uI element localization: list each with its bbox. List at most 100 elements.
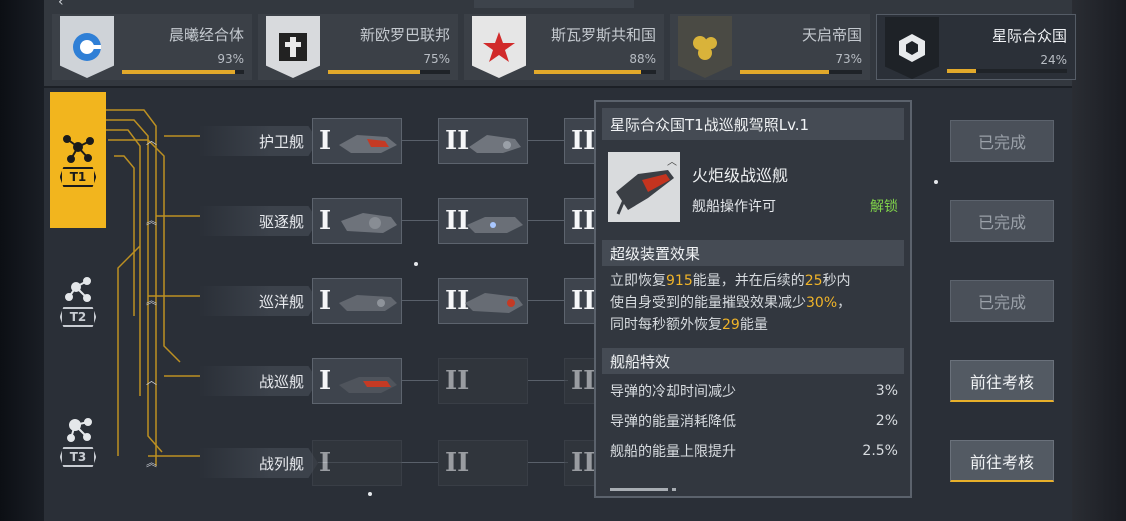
circle-emblem-icon	[60, 16, 114, 78]
go-assessment-button[interactable]: 前往考核	[950, 360, 1054, 402]
super-device-section-header: 超级装置效果	[602, 240, 904, 266]
ship-icon	[469, 135, 521, 153]
tier-tab-t3[interactable]: T3	[50, 372, 106, 508]
faction-percent: 75%	[423, 52, 450, 66]
license-slot-2[interactable]: II	[438, 198, 528, 244]
license-slot-1[interactable]: I	[312, 198, 402, 244]
popup-scrollbar[interactable]	[610, 488, 668, 491]
decor-dot	[414, 262, 418, 266]
desc-value: 25	[804, 273, 823, 289]
tier-label: T1	[59, 167, 97, 187]
rank-chevron-icon: ︿	[667, 157, 677, 168]
faction-percent: 24%	[1040, 53, 1067, 67]
back-arrow-icon[interactable]: ‹	[58, 0, 64, 10]
effect-value: 2%	[875, 413, 898, 429]
orb-emblem-icon	[678, 16, 732, 78]
faction-name: 星际合众国	[991, 27, 1067, 45]
tier-tab-t2[interactable]: T2	[50, 232, 106, 368]
faction-tab-dawn[interactable]: 晨曦经合体 93%	[52, 14, 252, 80]
effect-name: 舰船的能量上限提升	[610, 444, 736, 460]
license-slot-1[interactable]: I	[312, 118, 402, 164]
decor-dot	[368, 492, 372, 496]
rank-chevron-icon: ︽	[146, 456, 157, 469]
completed-button[interactable]: 已完成	[950, 280, 1054, 322]
license-slot-1[interactable]: I	[312, 278, 402, 324]
right-edge	[1072, 0, 1126, 521]
desc-text: 立即恢复	[610, 273, 666, 289]
slot-numeral: I	[319, 448, 332, 478]
faction-progress-bar	[740, 70, 862, 74]
faction-name: 晨曦经合体	[168, 26, 244, 44]
faction-percent: 73%	[835, 52, 862, 66]
desc-value: 915	[666, 273, 693, 289]
desc-text: ，	[837, 295, 852, 311]
faction-bar: ‹ 晨曦经合体 93% 新欧罗巴联邦 75% 斯瓦罗斯共和国 88% 天启帝国 …	[44, 0, 1076, 88]
slot-numeral: I	[319, 206, 332, 236]
slot-numeral: I	[319, 126, 332, 156]
tier-tab-t1[interactable]: T1	[50, 92, 106, 228]
rank-chevron-icon: ︿	[146, 374, 157, 387]
effect-value: 3%	[875, 383, 898, 399]
effect-value: 2.5%	[862, 443, 898, 459]
license-slot-2-locked[interactable]: II	[438, 440, 528, 486]
ship-class-label: 战巡舰	[198, 366, 318, 396]
license-slot-1[interactable]: I	[312, 358, 402, 404]
license-slot-2[interactable]: II	[438, 278, 528, 324]
desc-value: 30%	[806, 295, 838, 311]
ship-effects-section-header: 舰船特效	[602, 348, 904, 374]
license-slot-1-locked[interactable]: I	[312, 440, 402, 486]
faction-name: 新欧罗巴联邦	[359, 26, 450, 44]
popup-scrollbar-tail	[672, 488, 676, 491]
ship-icon	[339, 295, 397, 311]
faction-percent: 88%	[629, 52, 656, 66]
unlock-status: 解锁	[870, 199, 898, 215]
desc-text: 秒内	[822, 273, 851, 289]
completed-button[interactable]: 已完成	[950, 120, 1054, 162]
star-emblem-icon	[472, 16, 526, 78]
faction-percent: 93%	[217, 52, 244, 66]
faction-progress-bar	[534, 70, 656, 74]
molecule-icon	[67, 418, 92, 442]
ship-class-label: 战列舰	[198, 448, 318, 478]
faction-progress-bar	[947, 69, 1067, 73]
decor-dot	[934, 180, 938, 184]
faction-tab-stellar-union[interactable]: 星际合众国 24%	[876, 14, 1076, 80]
super-device-description: 立即恢复915能量，并在后续的25秒内 使自身受到的能量摧毁效果减少30%， 同…	[610, 270, 902, 336]
tier-label: T2	[59, 307, 97, 327]
effect-row: 导弹的冷却时间减少 3%	[610, 378, 898, 404]
faction-tab-apocalypse[interactable]: 天启帝国 73%	[670, 14, 870, 80]
cross-emblem-icon	[266, 16, 320, 78]
molecule-icon	[65, 277, 91, 302]
license-slot-2-locked[interactable]: II	[438, 358, 528, 404]
license-panel: ‹ 晨曦经合体 93% 新欧罗巴联邦 75% 斯瓦罗斯共和国 88% 天启帝国 …	[44, 0, 1076, 521]
ship-thumbnail: ︿	[608, 152, 680, 222]
slot-numeral: II	[445, 366, 470, 396]
license-detail-popup: 星际合众国T1战巡舰驾照Lv.1 ︿ 火炬级战巡舰 舰船操作许可 解锁 超级装置…	[594, 100, 912, 498]
connector-line	[402, 140, 442, 141]
faction-tab-svaros[interactable]: 斯瓦罗斯共和国 88%	[464, 14, 664, 80]
connector-line	[528, 220, 568, 221]
ship-icon	[339, 377, 397, 393]
effect-row: 舰船的能量上限提升 2.5%	[610, 438, 898, 464]
ship-name: 火炬级战巡舰	[692, 166, 789, 185]
connector-line	[528, 380, 568, 381]
license-text: 舰船操作许可	[692, 199, 776, 215]
effect-row: 导弹的能量消耗降低 2%	[610, 408, 898, 434]
desc-text: 能量	[739, 317, 768, 333]
faction-progress-bar	[328, 70, 450, 74]
faction-name: 天启帝国	[801, 26, 862, 44]
license-slot-2[interactable]: II	[438, 118, 528, 164]
ship-icon	[467, 217, 523, 233]
slot-numeral: II	[445, 448, 470, 478]
slot-numeral: I	[319, 286, 332, 316]
left-edge	[0, 0, 44, 521]
faction-progress-bar	[122, 70, 244, 74]
completed-button[interactable]: 已完成	[950, 200, 1054, 242]
connector-line	[528, 462, 568, 463]
go-assessment-button[interactable]: 前往考核	[950, 440, 1054, 482]
faction-tab-europa[interactable]: 新欧罗巴联邦 75%	[258, 14, 458, 80]
ship-icon	[341, 213, 397, 233]
popup-title: 星际合众国T1战巡舰驾照Lv.1	[602, 108, 904, 140]
ship-icon	[465, 293, 523, 313]
rank-chevron-icon: ︽	[146, 214, 157, 227]
